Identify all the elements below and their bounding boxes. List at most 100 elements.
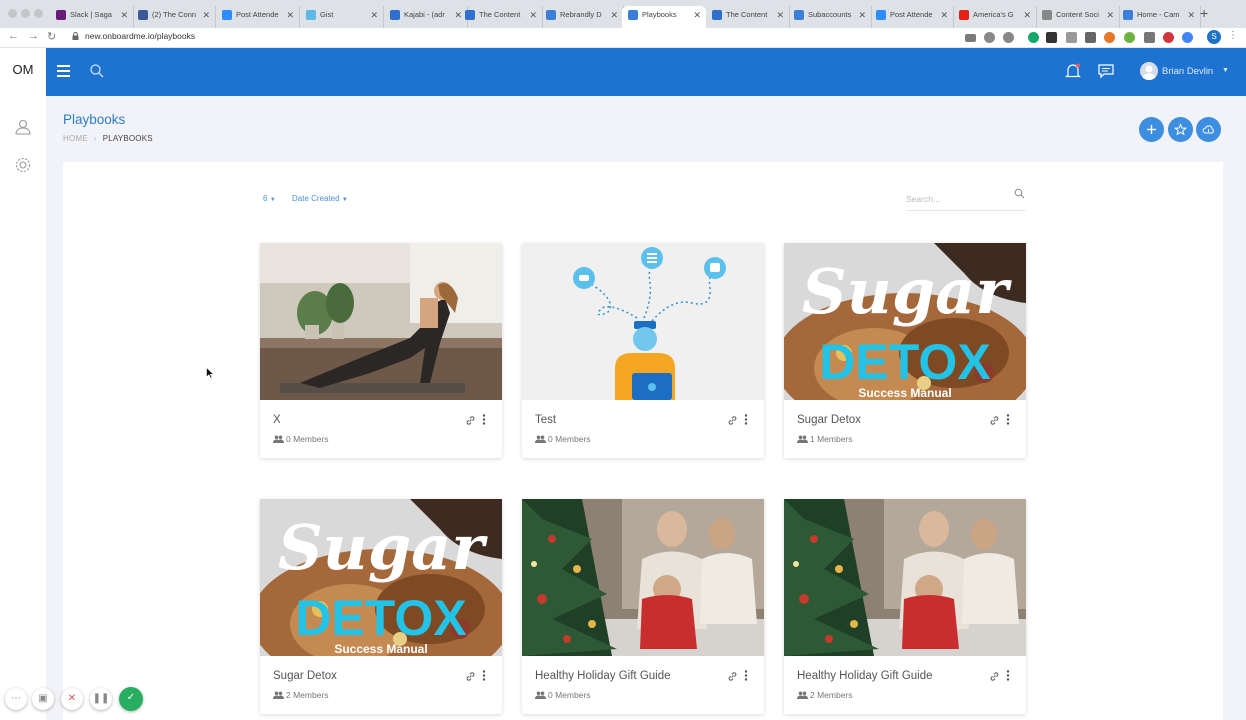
- favorite-button[interactable]: [1168, 117, 1193, 142]
- browser-tab[interactable]: Kajabi - (adr ✕: [384, 6, 468, 28]
- add-playbook-button[interactable]: [1139, 117, 1164, 142]
- more-options-icon[interactable]: [482, 670, 486, 681]
- app-logo[interactable]: OM: [0, 62, 46, 77]
- back-icon[interactable]: ←: [8, 30, 19, 42]
- more-options-button[interactable]: ⋯: [5, 688, 27, 710]
- new-tab-button[interactable]: +: [1200, 5, 1208, 21]
- hamburger-menu-icon[interactable]: [57, 65, 70, 77]
- gear-icon[interactable]: [14, 156, 32, 174]
- playbook-title[interactable]: Healthy Holiday Gift Guide: [797, 670, 933, 682]
- more-options-icon[interactable]: [744, 414, 748, 425]
- playbook-card[interactable]: Healthy Holiday Gift Guide 0 Members: [522, 499, 764, 714]
- browser-tab[interactable]: Subaccounts ✕: [788, 6, 872, 28]
- tab-close-icon[interactable]: ✕: [858, 6, 866, 24]
- users-icon[interactable]: [14, 118, 32, 136]
- extension-icon[interactable]: [1104, 32, 1115, 43]
- grammarly-icon[interactable]: [1028, 32, 1039, 43]
- tab-close-icon[interactable]: ✕: [120, 6, 128, 24]
- camera-icon[interactable]: [965, 34, 976, 42]
- more-options-icon[interactable]: [1006, 414, 1010, 425]
- tab-close-icon[interactable]: ✕: [1187, 6, 1195, 24]
- chrome-icon[interactable]: [1182, 32, 1193, 43]
- playbook-cover-image[interactable]: [522, 243, 764, 400]
- extension-icon[interactable]: [1124, 32, 1135, 43]
- zoom-icon[interactable]: [984, 32, 995, 43]
- screenshot-icon[interactable]: [1085, 32, 1096, 43]
- window-zoom-dot[interactable]: [34, 9, 43, 18]
- more-options-icon[interactable]: [1006, 670, 1010, 681]
- playbook-title[interactable]: Sugar Detox: [273, 670, 337, 682]
- search-icon[interactable]: [89, 63, 105, 79]
- link-icon[interactable]: [728, 672, 737, 681]
- tab-close-icon[interactable]: ✕: [370, 6, 378, 24]
- more-options-icon[interactable]: [482, 414, 486, 425]
- playbook-card[interactable]: Sugar DETOX Success Manual Sugar Detox 2 Mem…: [260, 499, 502, 714]
- link-icon[interactable]: [990, 672, 999, 681]
- playbook-card[interactable]: X 0 Members: [260, 243, 502, 458]
- chevron-down-icon[interactable]: ▼: [1222, 67, 1229, 74]
- tab-close-icon[interactable]: ✕: [286, 6, 294, 24]
- link-icon[interactable]: [728, 416, 737, 425]
- tab-close-icon[interactable]: ✕: [529, 6, 537, 24]
- user-avatar[interactable]: [1140, 62, 1158, 80]
- playbook-title[interactable]: Test: [535, 414, 556, 426]
- playbook-card[interactable]: Sugar DETOX Success Manual Sugar Detox 1 Mem…: [784, 243, 1026, 458]
- browser-tab[interactable]: Content Soci ✕: [1036, 6, 1120, 28]
- camera-toggle-button[interactable]: ▣: [32, 688, 54, 710]
- tab-close-icon[interactable]: ✕: [776, 6, 784, 24]
- search-icon[interactable]: [1014, 188, 1025, 199]
- playbook-cover-image[interactable]: [522, 499, 764, 656]
- tab-close-icon[interactable]: ✕: [940, 6, 948, 24]
- cloud-download-button[interactable]: [1196, 117, 1221, 142]
- playbook-card[interactable]: Test 0 Members: [522, 243, 764, 458]
- extension-icon[interactable]: [1163, 32, 1174, 43]
- browser-tab[interactable]: Rebrandly D ✕: [540, 6, 624, 28]
- playbook-cover-image[interactable]: [784, 499, 1026, 656]
- link-icon[interactable]: [466, 416, 475, 425]
- breadcrumb-home[interactable]: HOME: [63, 134, 88, 143]
- reload-icon[interactable]: ↻: [47, 30, 56, 43]
- browser-tab[interactable]: Home - Cam ✕: [1117, 6, 1201, 28]
- finish-recording-button[interactable]: ✓: [119, 687, 143, 711]
- playbook-card[interactable]: Healthy Holiday Gift Guide 2 Members: [784, 499, 1026, 714]
- more-options-icon[interactable]: [744, 670, 748, 681]
- playbook-cover-image[interactable]: Sugar DETOX Success Manual: [784, 243, 1026, 400]
- bell-icon[interactable]: [1064, 62, 1082, 80]
- forward-icon[interactable]: →: [28, 30, 39, 42]
- browser-tab[interactable]: The Content ✕: [706, 6, 790, 28]
- browser-tab[interactable]: Playbooks ✕: [622, 6, 706, 28]
- profile-avatar[interactable]: S: [1207, 30, 1221, 44]
- browser-tab[interactable]: The Content ✕: [459, 6, 543, 28]
- playbook-cover-image[interactable]: Sugar DETOX Success Manual: [260, 499, 502, 656]
- bookmark-star-icon[interactable]: [1003, 32, 1014, 43]
- playbook-cover-image[interactable]: [260, 243, 502, 400]
- browser-tab[interactable]: Post Attende ✕: [870, 6, 954, 28]
- window-close-dot[interactable]: [8, 9, 17, 18]
- tab-close-icon[interactable]: ✕: [610, 6, 618, 24]
- sort-filter[interactable]: Date Created ▼: [292, 194, 348, 203]
- user-name[interactable]: Brian Devlin: [1162, 66, 1213, 77]
- extension-icon[interactable]: [1144, 32, 1155, 43]
- tab-close-icon[interactable]: ✕: [1023, 6, 1031, 24]
- font-icon[interactable]: [1046, 32, 1057, 43]
- search-input[interactable]: [906, 191, 1006, 207]
- playbook-title[interactable]: Sugar Detox: [797, 414, 861, 426]
- playbook-title[interactable]: Healthy Holiday Gift Guide: [535, 670, 671, 682]
- url-field[interactable]: new.onboardme.io/playbooks: [85, 31, 195, 41]
- browser-tab[interactable]: America's G ✕: [953, 6, 1037, 28]
- chat-icon[interactable]: [1097, 62, 1115, 80]
- link-icon[interactable]: [466, 672, 475, 681]
- browser-tab[interactable]: Slack | Saga ✕: [50, 6, 134, 28]
- link-icon[interactable]: [990, 416, 999, 425]
- playbook-title[interactable]: X: [273, 414, 281, 426]
- tab-close-icon[interactable]: ✕: [693, 6, 701, 24]
- browser-tab[interactable]: Gist ✕: [300, 6, 384, 28]
- tab-close-icon[interactable]: ✕: [202, 6, 210, 24]
- browser-tab[interactable]: (2) The Conn ✕: [132, 6, 216, 28]
- count-filter[interactable]: 6 ▼: [263, 194, 276, 203]
- menu-dots-icon[interactable]: ⋮: [1228, 30, 1238, 41]
- browser-tab[interactable]: Post Attende ✕: [216, 6, 300, 28]
- pause-button[interactable]: ❚❚: [90, 688, 112, 710]
- extension-icon[interactable]: [1066, 32, 1077, 43]
- cancel-recording-button[interactable]: ✕: [61, 688, 83, 710]
